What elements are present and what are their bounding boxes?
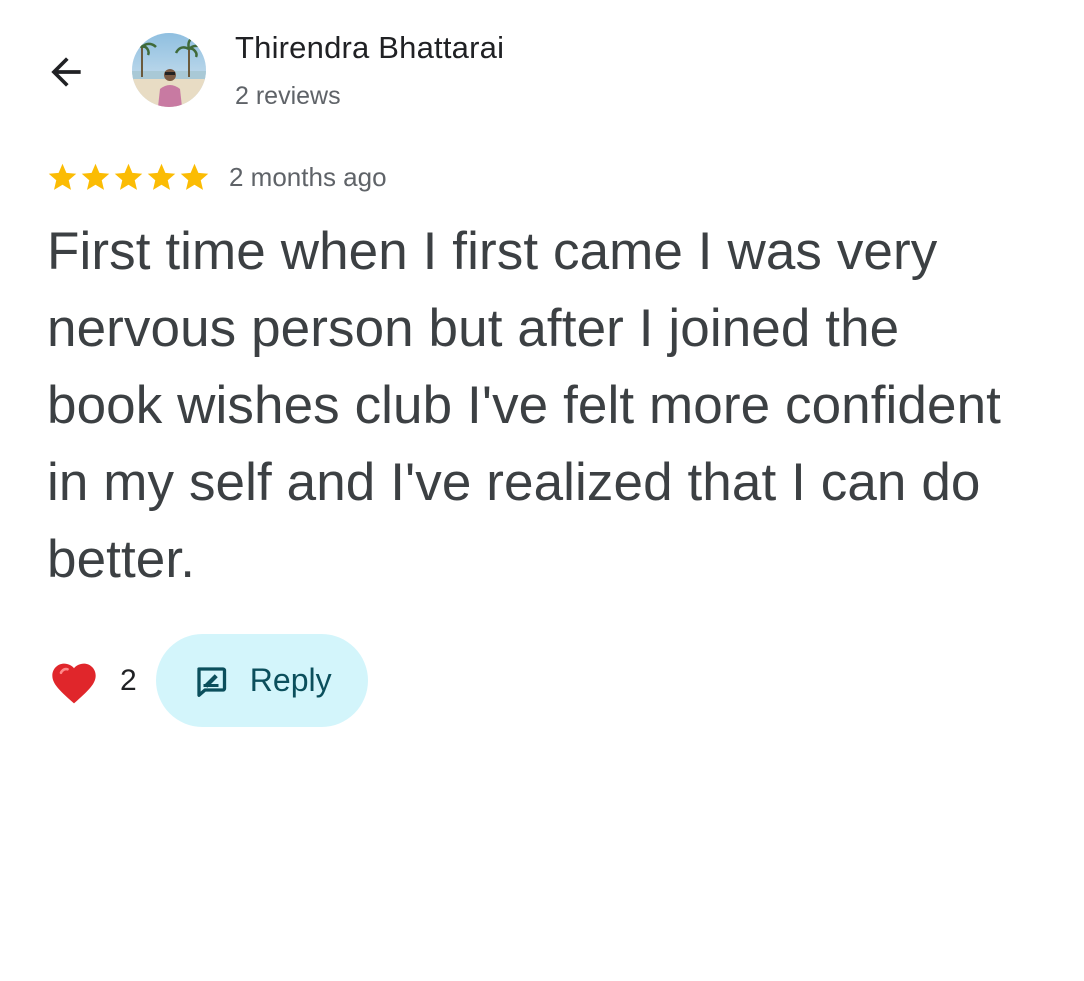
- reply-button[interactable]: Reply: [155, 634, 368, 727]
- star-icon: [147, 163, 176, 190]
- review-actions: 2 Reply: [48, 634, 368, 727]
- review-detail-page: Thirendra Bhattarai 2 reviews 2 months a…: [0, 0, 1084, 981]
- author-name[interactable]: Thirendra Bhattarai: [235, 30, 504, 66]
- like-button[interactable]: 2: [48, 657, 137, 705]
- arrow-back-icon: [51, 57, 81, 87]
- rating-row: 2 months ago: [46, 161, 387, 194]
- reply-label: Reply: [249, 662, 332, 698]
- heart-icon: [52, 663, 96, 703]
- star-icon: [48, 163, 77, 190]
- star-icon: [114, 163, 143, 190]
- review-text: First time when I first came I was very …: [47, 222, 1001, 589]
- like-count: 2: [120, 663, 137, 697]
- star-icon: [81, 163, 110, 190]
- star-icon: [180, 163, 209, 190]
- review-count: 2 reviews: [235, 82, 341, 110]
- avatar[interactable]: [132, 33, 206, 107]
- profile-photo: [132, 33, 206, 107]
- star-rating: [46, 161, 211, 194]
- reply-icon: [197, 666, 226, 697]
- review-date: 2 months ago: [229, 162, 387, 192]
- back-button[interactable]: [40, 46, 92, 98]
